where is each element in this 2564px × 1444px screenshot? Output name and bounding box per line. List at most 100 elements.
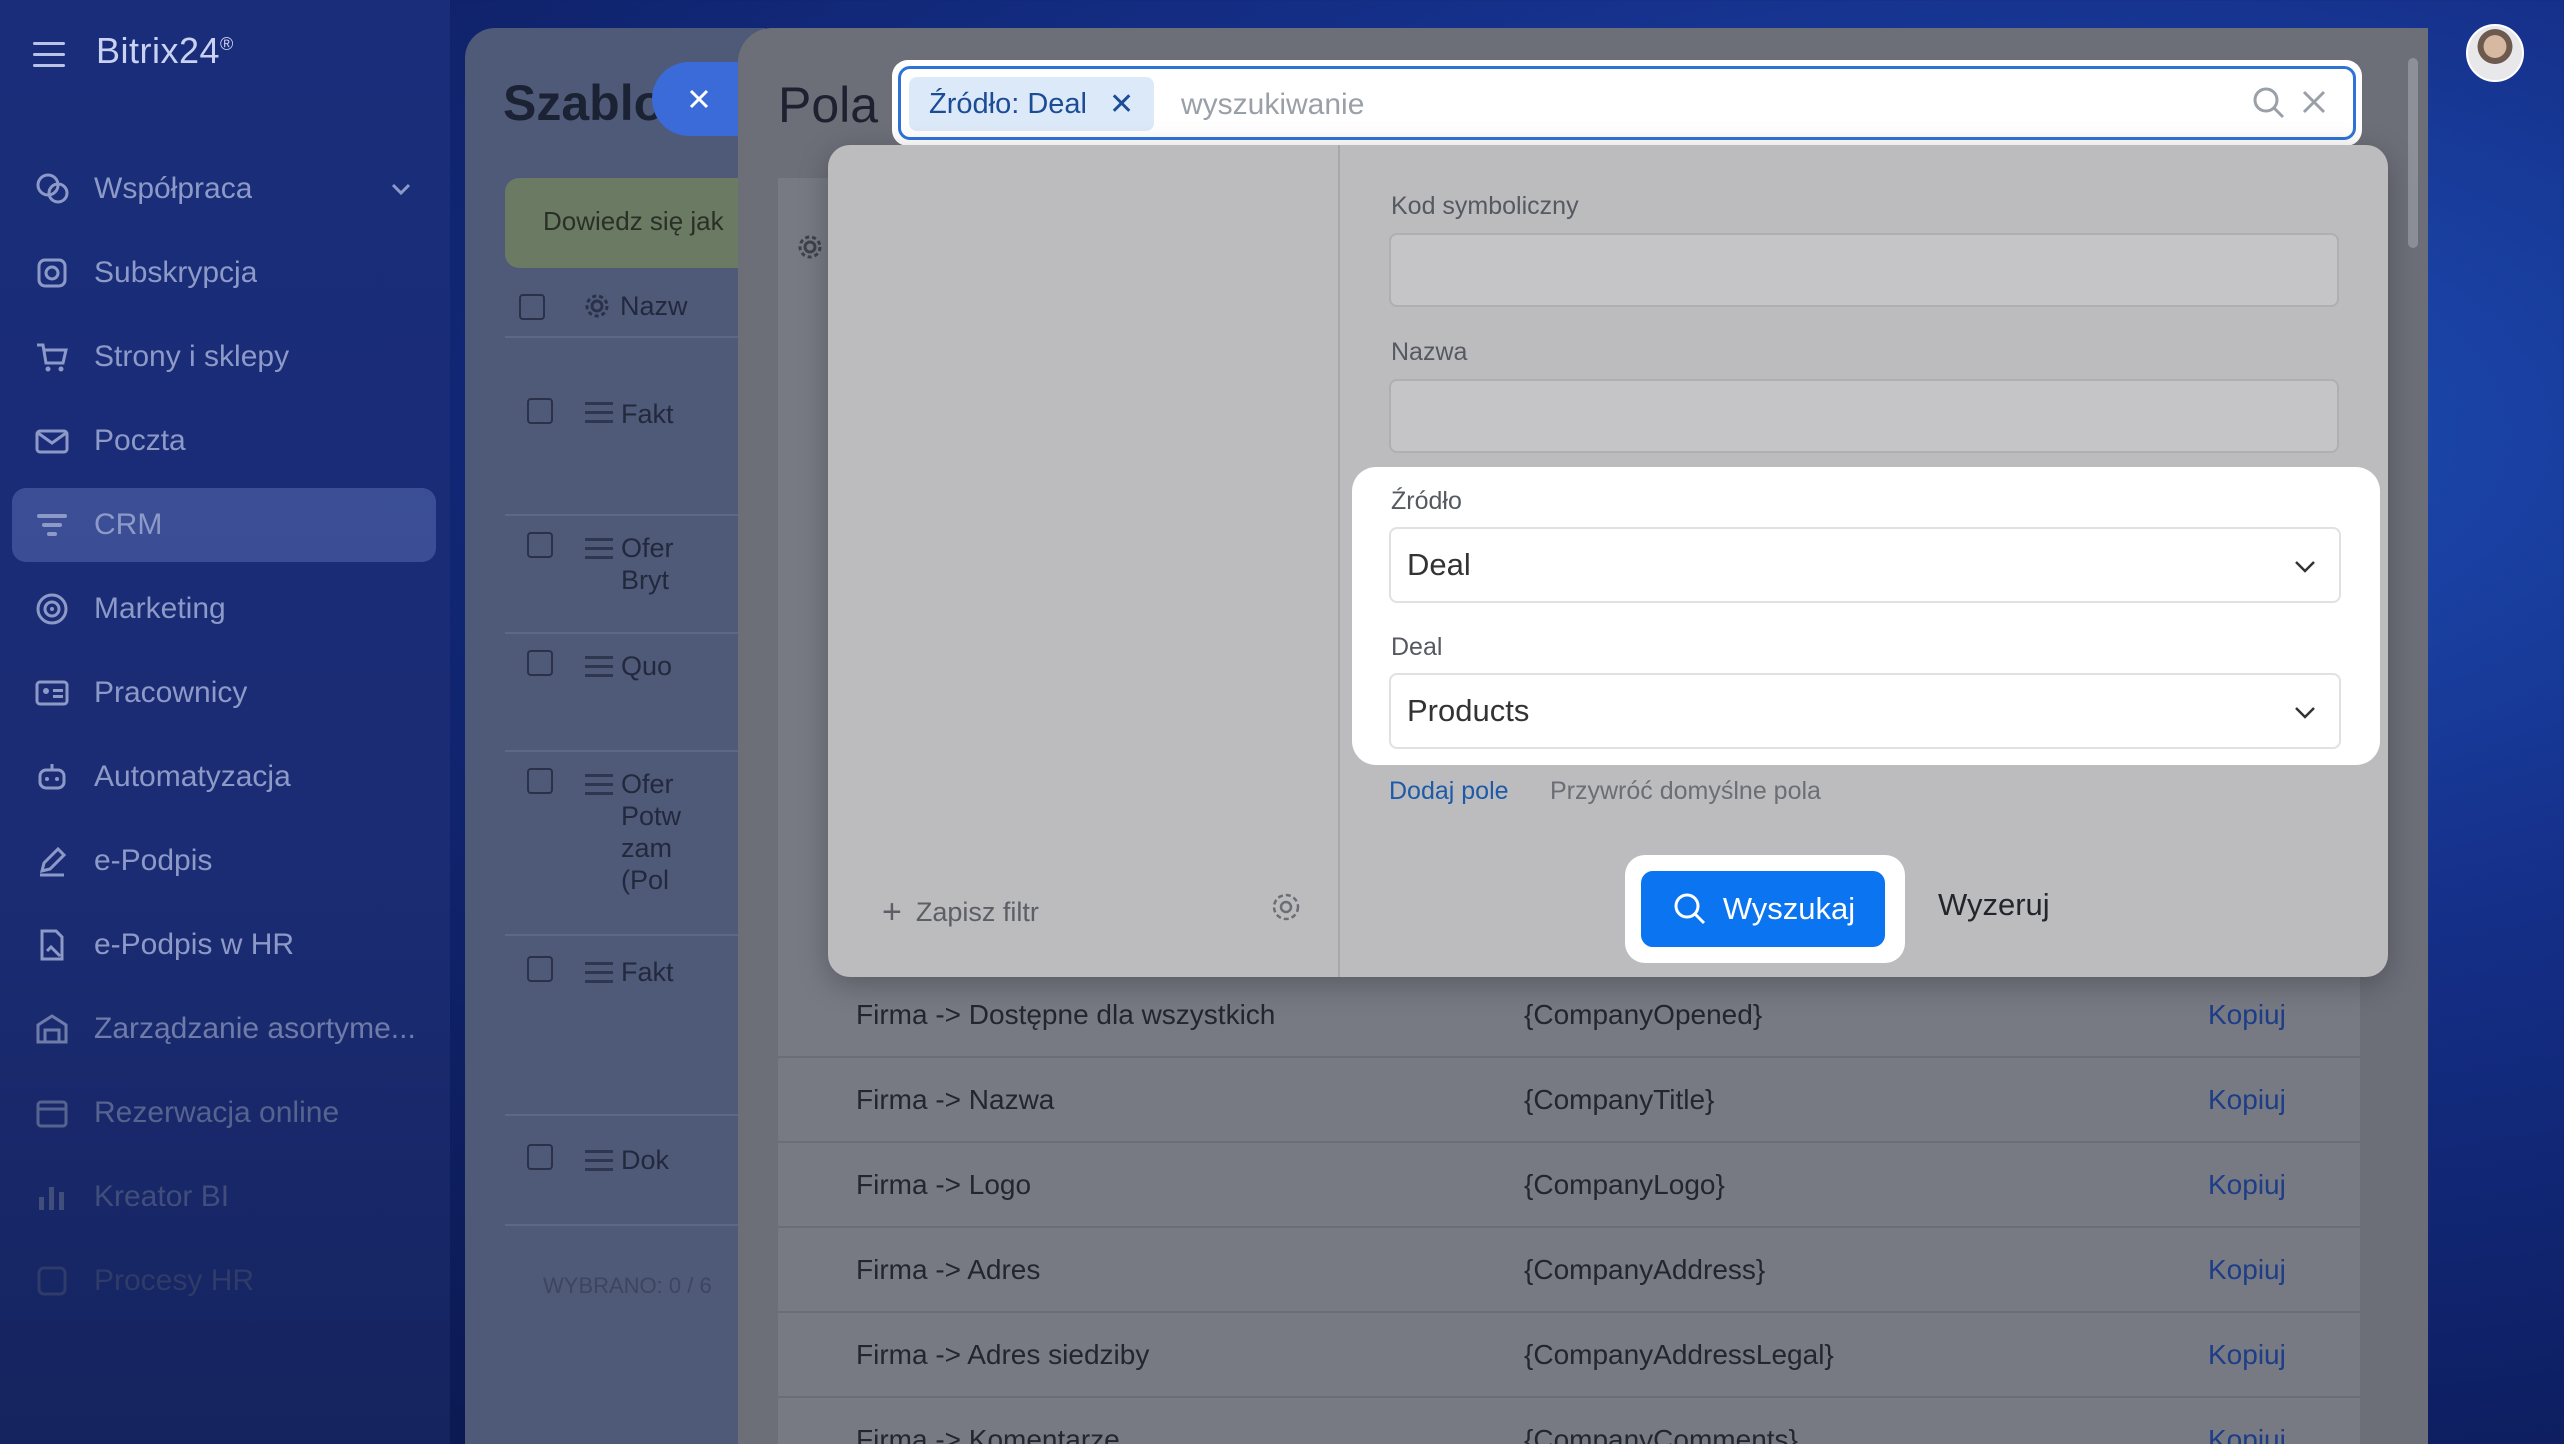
plus-icon: + bbox=[882, 893, 902, 931]
chip-remove-icon[interactable]: ✕ bbox=[1109, 87, 1134, 122]
sidebar-item-epodpis[interactable]: e-Podpis bbox=[12, 824, 436, 898]
filter-popup: + Zapisz filtr Kod symboliczny Nazwa Źró… bbox=[828, 145, 2388, 977]
row-name: Ofer Bryt bbox=[621, 533, 674, 595]
deal-field-label: Deal bbox=[1391, 633, 1443, 661]
copy-link[interactable]: Kopiuj bbox=[2208, 1084, 2286, 1116]
chat-bubbles-icon bbox=[32, 169, 72, 209]
table-row: Firma -> Nazwa {CompanyTitle} Kopiuj bbox=[778, 1058, 2360, 1143]
gear-icon[interactable] bbox=[1270, 891, 1302, 928]
search-button[interactable]: Wyszukaj bbox=[1641, 871, 1885, 947]
source-field-label: Źródło bbox=[1391, 487, 1462, 515]
copy-link[interactable]: Kopiuj bbox=[2208, 1424, 2286, 1444]
process-icon bbox=[32, 1261, 72, 1301]
table-row[interactable]: Fakt bbox=[505, 936, 765, 1116]
drag-handle-icon[interactable] bbox=[585, 962, 613, 989]
table-row[interactable]: Dok bbox=[505, 1116, 765, 1226]
row-name: Fakt bbox=[621, 399, 674, 429]
row-name: Quo bbox=[621, 651, 673, 681]
drag-handle-icon[interactable] bbox=[585, 774, 613, 801]
left-sidebar: Bitrix24® Współpraca Subskrypcja Strony … bbox=[0, 0, 450, 1444]
highlighted-fields-card: Źródło Deal Deal Products bbox=[1352, 467, 2380, 765]
table-row: Firma -> Dostępne dla wszystkich {Compan… bbox=[778, 973, 2360, 1058]
sidebar-item-subskrypcja[interactable]: Subskrypcja bbox=[12, 236, 436, 310]
table-row[interactable]: Ofer Bryt bbox=[505, 516, 765, 634]
name-field-label: Nazwa bbox=[1391, 338, 1468, 366]
code-field-label: Kod symboliczny bbox=[1391, 192, 1579, 220]
save-filter-button[interactable]: + Zapisz filtr bbox=[882, 893, 1039, 932]
close-slider-button[interactable] bbox=[652, 62, 746, 136]
sidebar-item-poczta[interactable]: Poczta bbox=[12, 404, 436, 478]
drag-handle-icon[interactable] bbox=[585, 1150, 613, 1177]
table-row[interactable]: Ofer Potw zam (Pol bbox=[505, 752, 765, 936]
avatar[interactable] bbox=[2466, 24, 2524, 82]
cart-icon bbox=[32, 337, 72, 377]
table-row: Firma -> Adres siedziby {CompanyAddressL… bbox=[778, 1313, 2360, 1398]
sidebar-item-pracownicy[interactable]: Pracownicy bbox=[12, 656, 436, 730]
row-checkbox[interactable] bbox=[527, 650, 553, 676]
templates-page-panel: Szablo Dowiedz się jak Nazw Fakt Ofer Br… bbox=[465, 28, 765, 1444]
sidebar-item-strony[interactable]: Strony i sklepy bbox=[12, 320, 436, 394]
row-checkbox[interactable] bbox=[527, 532, 553, 558]
slider-scrollbar[interactable] bbox=[2408, 58, 2418, 248]
calendar-icon bbox=[32, 1093, 72, 1133]
row-checkbox[interactable] bbox=[527, 1144, 553, 1170]
row-checkbox[interactable] bbox=[527, 768, 553, 794]
copy-link[interactable]: Kopiuj bbox=[2208, 999, 2286, 1031]
signed-doc-icon bbox=[32, 925, 72, 965]
row-checkbox[interactable] bbox=[527, 956, 553, 982]
pen-icon bbox=[32, 841, 72, 881]
saved-filters-panel: + Zapisz filtr bbox=[828, 145, 1340, 977]
drag-handle-icon[interactable] bbox=[585, 402, 613, 429]
search-icon[interactable] bbox=[2251, 85, 2287, 126]
sidebar-item-procesy-hr[interactable]: Procesy HR bbox=[12, 1244, 436, 1318]
table-row[interactable]: Fakt bbox=[505, 398, 765, 516]
close-icon[interactable] bbox=[2297, 85, 2331, 124]
search-icon bbox=[1674, 893, 1705, 925]
sidebar-item-rezerwacja[interactable]: Rezerwacja online bbox=[12, 1076, 436, 1150]
table-row: Firma -> Adres {CompanyAddress} Kopiuj bbox=[778, 1228, 2360, 1313]
id-card-icon bbox=[32, 673, 72, 713]
search-input[interactable] bbox=[1181, 83, 2081, 127]
column-name-header: Nazw bbox=[620, 291, 688, 321]
gear-icon[interactable] bbox=[583, 292, 611, 325]
sidebar-item-asortyment[interactable]: Zarządzanie asortyme... bbox=[12, 992, 436, 1066]
sidebar-item-epodpis-hr[interactable]: e-Podpis w HR bbox=[12, 908, 436, 982]
sidebar-header: Bitrix24® bbox=[0, 0, 450, 110]
sidebar-item-crm[interactable]: CRM bbox=[12, 488, 436, 562]
code-field[interactable] bbox=[1389, 233, 2339, 307]
name-field[interactable] bbox=[1389, 379, 2339, 453]
row-name: Ofer Potw zam (Pol bbox=[621, 769, 682, 895]
drag-handle-icon[interactable] bbox=[585, 656, 613, 683]
table-row: Firma -> Komentarze {CompanyComments} Ko… bbox=[778, 1398, 2360, 1444]
select-all-checkbox[interactable] bbox=[519, 294, 545, 320]
subscription-icon bbox=[32, 253, 72, 293]
restore-default-fields-link[interactable]: Przywróć domyślne pola bbox=[1550, 777, 1821, 806]
gear-icon[interactable] bbox=[796, 233, 824, 266]
table-row[interactable]: Quo bbox=[505, 634, 765, 752]
sidebar-item-kreator-bi[interactable]: Kreator BI bbox=[12, 1160, 436, 1234]
add-field-link[interactable]: Dodaj pole bbox=[1389, 777, 1509, 806]
row-checkbox[interactable] bbox=[527, 398, 553, 424]
source-select[interactable]: Deal bbox=[1389, 527, 2341, 603]
page-title: Szablo bbox=[503, 75, 665, 131]
copy-link[interactable]: Kopiuj bbox=[2208, 1339, 2286, 1371]
table-header: Nazw bbox=[505, 274, 765, 338]
filter-search-bar[interactable]: Źródło: Deal ✕ bbox=[898, 66, 2356, 140]
sidebar-item-wspolpraca[interactable]: Współpraca bbox=[12, 152, 436, 226]
slider-title: Pola bbox=[778, 77, 879, 133]
target-icon bbox=[32, 589, 72, 629]
menu-burger-icon[interactable] bbox=[33, 42, 65, 67]
filter-chip-source[interactable]: Źródło: Deal ✕ bbox=[909, 77, 1155, 131]
deal-select[interactable]: Products bbox=[1389, 673, 2341, 749]
selected-counter: WYBRANO: 0 / 6 bbox=[543, 1273, 712, 1298]
chevron-down-icon[interactable] bbox=[388, 176, 414, 207]
brand-logo[interactable]: Bitrix24® bbox=[96, 30, 234, 72]
reset-button[interactable]: Wyzeruj bbox=[1938, 887, 2050, 923]
sidebar-item-marketing[interactable]: Marketing bbox=[12, 572, 436, 646]
drag-handle-icon[interactable] bbox=[585, 538, 613, 565]
copy-link[interactable]: Kopiuj bbox=[2208, 1169, 2286, 1201]
robot-icon bbox=[32, 757, 72, 797]
sidebar-item-automatyzacja[interactable]: Automatyzacja bbox=[12, 740, 436, 814]
search-bar-highlight: Źródło: Deal ✕ bbox=[892, 60, 2362, 146]
copy-link[interactable]: Kopiuj bbox=[2208, 1254, 2286, 1286]
